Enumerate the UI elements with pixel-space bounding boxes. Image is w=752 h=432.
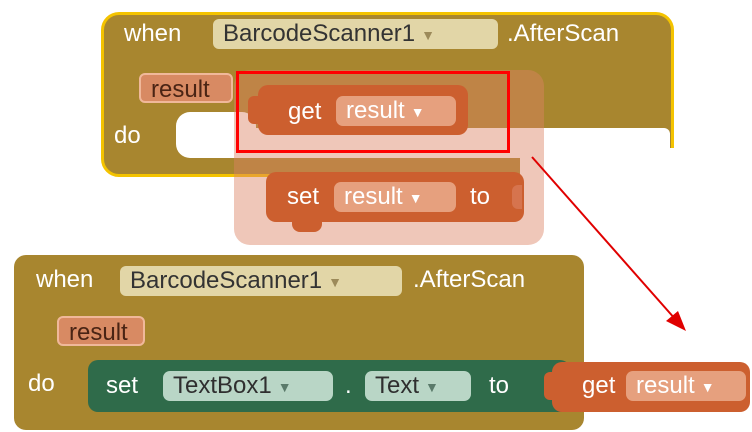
- variable-dropdown[interactable]: result ▼: [626, 371, 746, 401]
- component-name: BarcodeScanner1: [130, 267, 323, 294]
- component-name: TextBox1: [173, 372, 272, 399]
- set-label: set: [106, 372, 139, 399]
- component-dropdown[interactable]: TextBox1 ▼: [163, 371, 333, 401]
- chevron-down-icon: ▼: [700, 378, 715, 395]
- event-parameter[interactable]: result: [57, 316, 145, 346]
- chevron-down-icon: ▼: [328, 273, 342, 290]
- parameter-label: result: [69, 319, 128, 346]
- chevron-down-icon: ▼: [425, 378, 439, 395]
- get-label: get: [582, 372, 616, 399]
- dot-separator: .: [345, 372, 352, 399]
- block-connector: [544, 372, 558, 400]
- to-label: to: [489, 372, 510, 399]
- do-label: do: [28, 370, 55, 397]
- when-label: when: [36, 266, 94, 293]
- chevron-down-icon: ▼: [277, 378, 292, 395]
- event-name: .AfterScan: [413, 266, 526, 293]
- property-dropdown[interactable]: Text ▼: [365, 371, 471, 401]
- property-name: Text: [375, 372, 420, 399]
- variable-name: result: [636, 372, 695, 399]
- component-dropdown[interactable]: BarcodeScanner1 ▼: [120, 266, 402, 296]
